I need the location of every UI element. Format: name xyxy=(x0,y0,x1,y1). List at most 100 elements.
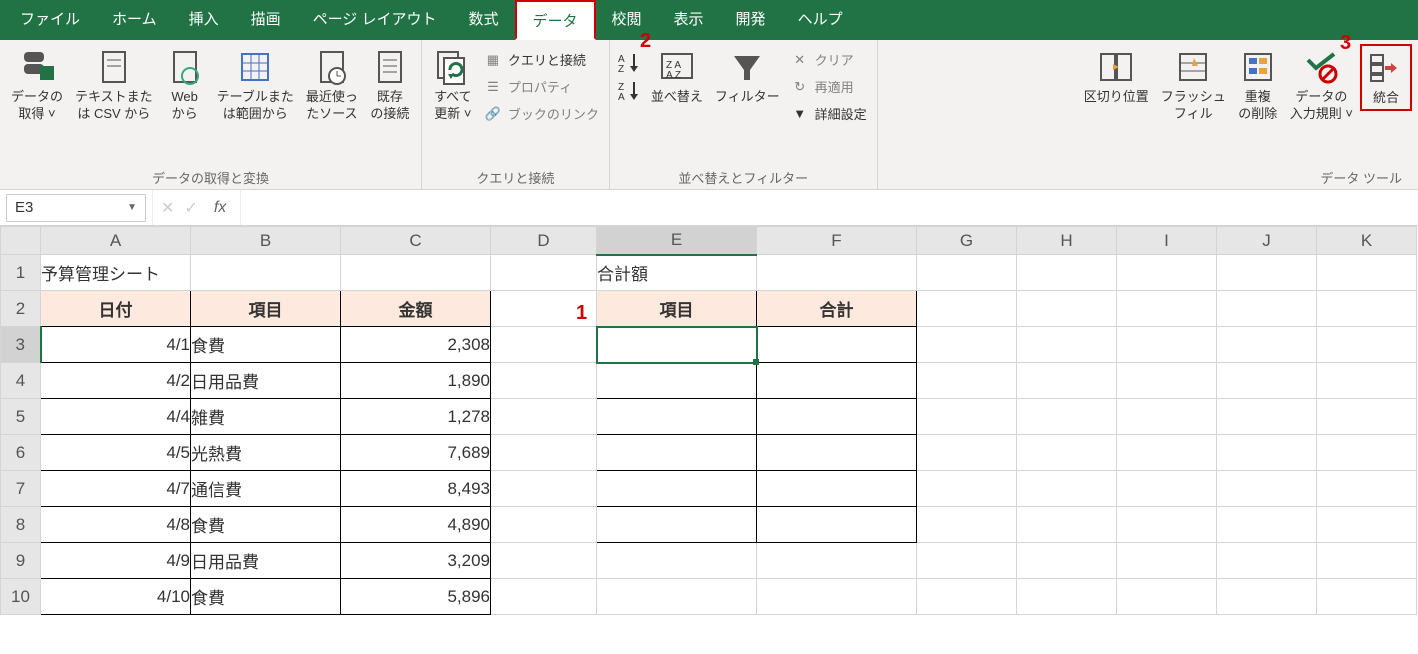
col-header-A[interactable]: A xyxy=(41,227,191,255)
cell-F2[interactable]: 合計 xyxy=(757,291,917,327)
cell-K2[interactable] xyxy=(1317,291,1417,327)
cell-H3[interactable] xyxy=(1017,327,1117,363)
cell-G5[interactable] xyxy=(917,399,1017,435)
cell-K7[interactable] xyxy=(1317,471,1417,507)
cell-E1[interactable]: 合計額 xyxy=(597,255,757,291)
cell-G9[interactable] xyxy=(917,543,1017,579)
cell-B5[interactable]: 雑費 xyxy=(191,399,341,435)
cell-H9[interactable] xyxy=(1017,543,1117,579)
cell-H1[interactable] xyxy=(1017,255,1117,291)
col-header-B[interactable]: B xyxy=(191,227,341,255)
cell-F4[interactable] xyxy=(757,363,917,399)
cell-D4[interactable] xyxy=(491,363,597,399)
cell-C6[interactable]: 7,689 xyxy=(341,435,491,471)
cell-K10[interactable] xyxy=(1317,579,1417,615)
cell-J4[interactable] xyxy=(1217,363,1317,399)
cell-H10[interactable] xyxy=(1017,579,1117,615)
cell-I5[interactable] xyxy=(1117,399,1217,435)
cell-D1[interactable] xyxy=(491,255,597,291)
cell-C10[interactable]: 5,896 xyxy=(341,579,491,615)
enter-icon[interactable]: ✓ xyxy=(184,198,197,218)
cell-J9[interactable] xyxy=(1217,543,1317,579)
cell-B9[interactable]: 日用品費 xyxy=(191,543,341,579)
from-table-button[interactable]: テーブルまた は範囲から xyxy=(212,44,299,126)
cell-K8[interactable] xyxy=(1317,507,1417,543)
reapply-filter-item[interactable]: ↻再適用 xyxy=(787,75,871,98)
tab-help[interactable]: ヘルプ xyxy=(782,0,859,40)
cell-E7[interactable] xyxy=(597,471,757,507)
col-header-F[interactable]: F xyxy=(757,227,917,255)
cell-I3[interactable] xyxy=(1117,327,1217,363)
cell-F5[interactable] xyxy=(757,399,917,435)
cell-B8[interactable]: 食費 xyxy=(191,507,341,543)
tab-file[interactable]: ファイル xyxy=(4,0,96,40)
sort-asc-button[interactable]: AZ xyxy=(616,50,644,72)
sort-button[interactable]: Z AA Z 並べ替え xyxy=(646,44,708,109)
cell-F10[interactable] xyxy=(757,579,917,615)
cell-F3[interactable] xyxy=(757,327,917,363)
cell-C5[interactable]: 1,278 xyxy=(341,399,491,435)
formula-input[interactable] xyxy=(241,194,1418,222)
cell-G1[interactable] xyxy=(917,255,1017,291)
cell-D10[interactable] xyxy=(491,579,597,615)
cell-E8[interactable] xyxy=(597,507,757,543)
cell-C8[interactable]: 4,890 xyxy=(341,507,491,543)
row-header-10[interactable]: 10 xyxy=(1,579,41,615)
tab-pagelayout[interactable]: ページ レイアウト xyxy=(297,0,453,40)
tab-view[interactable]: 表示 xyxy=(658,0,720,40)
cell-A1[interactable]: 予算管理シート xyxy=(41,255,191,291)
fx-icon[interactable]: fx xyxy=(208,199,232,217)
cell-K6[interactable] xyxy=(1317,435,1417,471)
row-header-5[interactable]: 5 xyxy=(1,399,41,435)
cell-E3[interactable] xyxy=(597,327,757,363)
cell-H5[interactable] xyxy=(1017,399,1117,435)
tab-formulas[interactable]: 数式 xyxy=(452,0,514,40)
row-header-7[interactable]: 7 xyxy=(1,471,41,507)
cell-F8[interactable] xyxy=(757,507,917,543)
from-web-button[interactable]: Web から xyxy=(160,44,210,126)
chevron-down-icon[interactable]: ▼ xyxy=(127,202,137,213)
cell-A2[interactable]: 日付 xyxy=(41,291,191,327)
cell-E10[interactable] xyxy=(597,579,757,615)
get-data-button[interactable]: データの 取得 ˅ xyxy=(6,44,68,126)
cell-B1[interactable] xyxy=(191,255,341,291)
cell-H7[interactable] xyxy=(1017,471,1117,507)
cell-K3[interactable] xyxy=(1317,327,1417,363)
cell-J8[interactable] xyxy=(1217,507,1317,543)
queries-connections-item[interactable]: ▦クエリと接続 xyxy=(480,48,603,71)
cell-D3[interactable] xyxy=(491,327,597,363)
cell-G4[interactable] xyxy=(917,363,1017,399)
data-validation-button[interactable]: データの 入力規則 ˅ xyxy=(1285,44,1358,126)
cell-B3[interactable]: 食費 xyxy=(191,327,341,363)
filter-button[interactable]: フィルター xyxy=(710,44,785,109)
cell-K9[interactable] xyxy=(1317,543,1417,579)
from-csv-button[interactable]: テキストまた は CSV から xyxy=(70,44,158,126)
cell-I2[interactable] xyxy=(1117,291,1217,327)
cell-I8[interactable] xyxy=(1117,507,1217,543)
col-header-E[interactable]: E xyxy=(597,227,757,255)
cell-B10[interactable]: 食費 xyxy=(191,579,341,615)
cell-G3[interactable] xyxy=(917,327,1017,363)
cell-G6[interactable] xyxy=(917,435,1017,471)
cell-F1[interactable] xyxy=(757,255,917,291)
remove-duplicates-button[interactable]: 重複 の削除 xyxy=(1233,44,1283,126)
cell-G8[interactable] xyxy=(917,507,1017,543)
cell-B2[interactable]: 項目 xyxy=(191,291,341,327)
refresh-all-button[interactable]: すべて 更新 ˅ xyxy=(428,44,478,126)
cell-A5[interactable]: 4/4 xyxy=(41,399,191,435)
col-header-D[interactable]: D xyxy=(491,227,597,255)
cell-E6[interactable] xyxy=(597,435,757,471)
text-to-columns-button[interactable]: 区切り位置 xyxy=(1079,44,1154,109)
cell-D9[interactable] xyxy=(491,543,597,579)
cell-A10[interactable]: 4/10 xyxy=(41,579,191,615)
cell-I6[interactable] xyxy=(1117,435,1217,471)
cell-I1[interactable] xyxy=(1117,255,1217,291)
tab-data[interactable]: データ xyxy=(515,0,596,40)
cell-K5[interactable] xyxy=(1317,399,1417,435)
cell-A7[interactable]: 4/7 xyxy=(41,471,191,507)
cell-G10[interactable] xyxy=(917,579,1017,615)
cell-H6[interactable] xyxy=(1017,435,1117,471)
row-header-6[interactable]: 6 xyxy=(1,435,41,471)
cell-C3[interactable]: 2,308 xyxy=(341,327,491,363)
row-header-1[interactable]: 1 xyxy=(1,255,41,291)
